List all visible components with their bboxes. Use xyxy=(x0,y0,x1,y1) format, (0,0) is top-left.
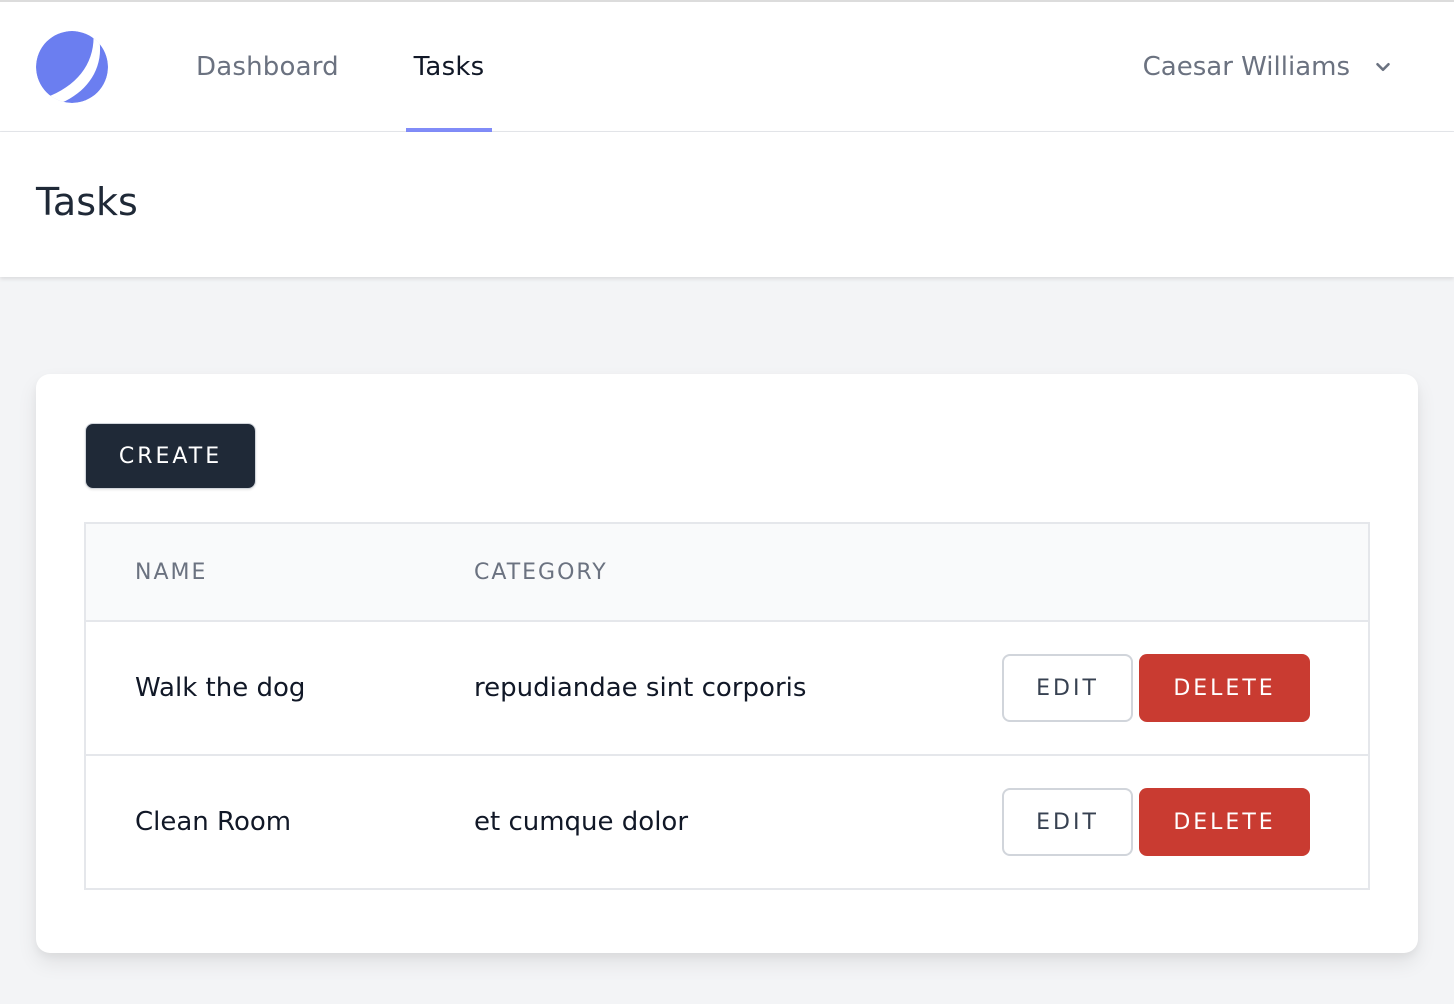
row-actions: EDIT DELETE xyxy=(899,755,1369,889)
page-header: Tasks xyxy=(0,132,1454,277)
edit-button[interactable]: EDIT xyxy=(1002,788,1133,856)
delete-button[interactable]: DELETE xyxy=(1139,788,1310,856)
delete-button[interactable]: DELETE xyxy=(1139,654,1310,722)
planet-logo-icon[interactable] xyxy=(35,30,109,104)
task-name: Clean Room xyxy=(135,807,292,837)
edit-button[interactable]: EDIT xyxy=(1002,654,1133,722)
task-category: repudiandae sint corporis xyxy=(474,673,807,703)
chevron-down-icon xyxy=(1376,62,1390,71)
column-header-name: NAME xyxy=(85,523,474,622)
page-title: Tasks xyxy=(36,180,138,224)
task-category: et cumque dolor xyxy=(474,807,689,837)
create-button[interactable]: CREATE xyxy=(85,423,256,489)
user-name: Caesar Williams xyxy=(1142,51,1350,82)
table-header-row: NAME CATEGORY xyxy=(85,523,1369,622)
tasks-table: NAME CATEGORY Walk the dog repudiandae s… xyxy=(84,522,1370,890)
user-menu[interactable]: Caesar Williams xyxy=(1143,2,1394,131)
row-actions: EDIT DELETE xyxy=(899,621,1369,755)
nav-link-dashboard[interactable]: Dashboard xyxy=(196,2,339,131)
column-header-category: CATEGORY xyxy=(474,523,900,622)
top-navigation: Dashboard Tasks Caesar Williams xyxy=(0,2,1454,132)
tasks-card: CREATE NAME CATEGORY Walk the dog repudi… xyxy=(36,374,1418,953)
nav-link-tasks[interactable]: Tasks xyxy=(406,2,492,132)
task-name: Walk the dog xyxy=(135,673,306,703)
table-row: Walk the dog repudiandae sint corporis E… xyxy=(85,621,1369,755)
table-row: Clean Room et cumque dolor EDIT DELETE xyxy=(85,755,1369,889)
column-header-actions xyxy=(899,523,1369,622)
